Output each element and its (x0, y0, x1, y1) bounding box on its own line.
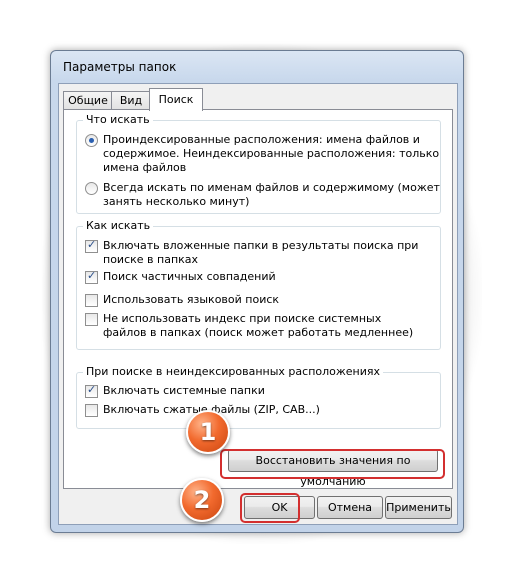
label-line: Проиндексированные расположения: имена ф… (103, 133, 420, 146)
checkbox-label: Поиск частичных совпадений (103, 270, 276, 284)
checkbox[interactable]: ✓ (85, 269, 98, 284)
checkmark-icon: ✓ (87, 383, 97, 396)
tab-search-label: Поиск (158, 93, 194, 106)
radio-button[interactable] (85, 182, 98, 195)
checkbox-label: Включать системные папки (103, 384, 265, 398)
highlight-restore-defaults (220, 449, 445, 479)
group-how-to-search: Как искать ✓ Включать вложенные папки в … (76, 219, 441, 350)
group-non-indexed-legend: При поиске в неиндексированных расположе… (83, 365, 384, 378)
label-line: Использовать языковой поиск (103, 293, 280, 306)
label-line: Не использовать индекс при поиске систем… (103, 312, 382, 325)
group-what-to-search: Что искать Проиндексированные расположен… (76, 113, 441, 214)
highlight-ok (240, 493, 300, 523)
tab-view-label: Вид (119, 94, 143, 107)
radio-always-label: Всегда искать по именам файлов и содержи… (103, 181, 440, 209)
radio-button[interactable] (85, 134, 98, 147)
label-line: занять несколько минут) (103, 195, 250, 208)
label-line: файлов в папках (поиск может работать ме… (103, 326, 414, 339)
tab-search[interactable]: Поиск (149, 88, 203, 111)
radio-indexed-label: Проиндексированные расположения: имена ф… (103, 133, 439, 175)
cancel-label: Отмена (327, 501, 373, 514)
checkbox-label: Включать вложенные папки в результаты по… (103, 239, 418, 267)
apply-label: Применить (386, 501, 451, 514)
label-line: Поиск частичных совпадений (103, 270, 276, 283)
label-line: имена файлов (103, 161, 187, 174)
group-how-to-search-legend: Как искать (83, 219, 154, 232)
checkbox-label: Использовать языковой поиск (103, 293, 279, 307)
group-non-indexed: При поиске в неиндексированных расположе… (76, 365, 441, 429)
tab-general[interactable]: Общие (63, 91, 113, 110)
group-what-to-search-legend: Что искать (83, 113, 153, 126)
checkmark-icon: ✓ (87, 238, 97, 251)
checkbox[interactable] (85, 294, 98, 307)
step-marker-1: 1 (186, 410, 230, 454)
checkbox[interactable]: ✓ (85, 238, 98, 253)
search-tab-panel: Что искать Проиндексированные расположен… (63, 109, 453, 489)
label-line: Включать вложенные папки в результаты по… (103, 239, 419, 252)
checkmark-icon: ✓ (87, 269, 97, 282)
cancel-button[interactable]: Отмена (317, 496, 383, 519)
checkbox[interactable] (85, 313, 98, 326)
apply-button[interactable]: Применить (385, 496, 452, 519)
label-line: поиске в папках (103, 253, 199, 266)
window-title: Параметры папок (63, 60, 177, 74)
checkbox[interactable]: ✓ (85, 383, 98, 398)
label-line: Включать системные папки (103, 384, 265, 397)
checkbox-label: Не использовать индекс при поиске систем… (103, 312, 413, 340)
label-line: Всегда искать по именам файлов и содержи… (103, 181, 440, 194)
tab-general-label: Общие (68, 94, 108, 107)
checkbox[interactable] (85, 404, 98, 417)
title-bar[interactable]: Параметры папок (51, 51, 463, 81)
tab-view[interactable]: Вид (111, 91, 151, 110)
radio-selected-dot (89, 138, 94, 143)
step-marker-2: 2 (180, 478, 224, 522)
label-line: содержимое. Неиндексированные расположен… (103, 147, 440, 160)
